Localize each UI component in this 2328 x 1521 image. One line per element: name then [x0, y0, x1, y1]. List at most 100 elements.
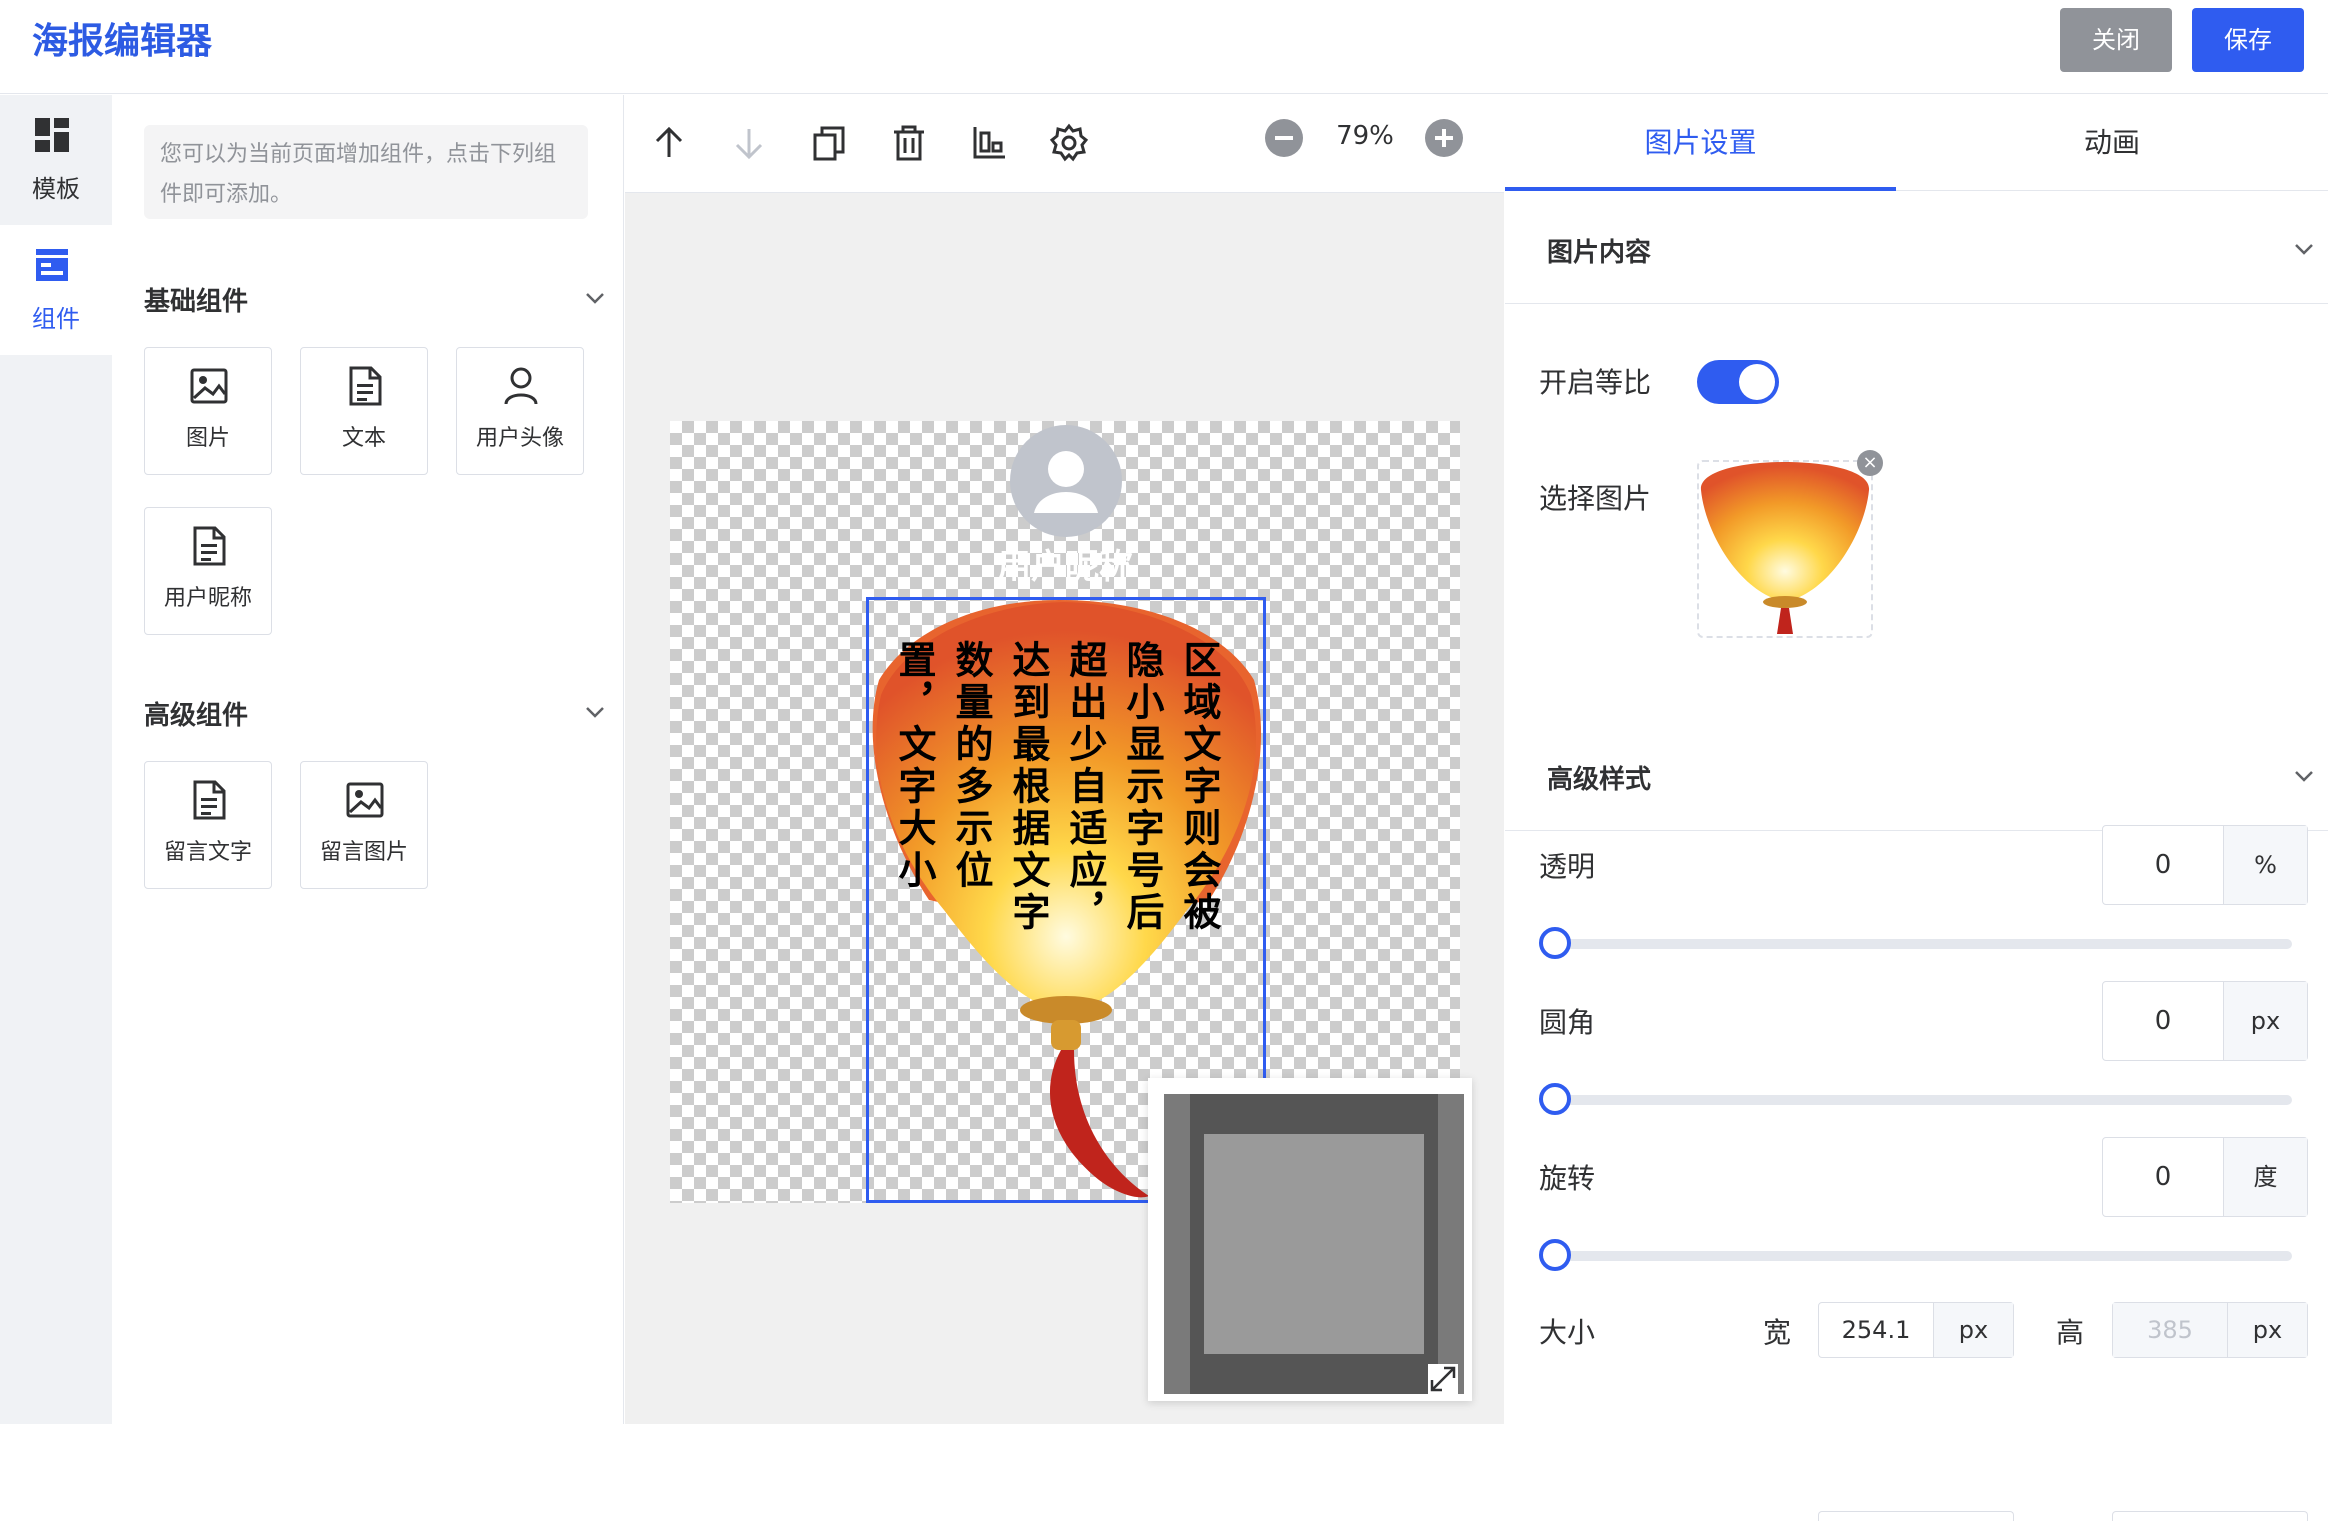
card-label: 文本: [341, 426, 386, 451]
rotate-input[interactable]: 0 度: [2102, 1137, 2308, 1217]
component-card-user-avatar[interactable]: 用户头像: [456, 347, 584, 475]
opacity-label: 透明: [1539, 850, 1596, 883]
component-card-image[interactable]: 图片: [144, 347, 272, 475]
lantern-text[interactable]: 区域文字则会被隐小显示字号后超出少自适应，达到最根据文字数量的多示位置，文字大小: [892, 640, 1227, 970]
next-input-row[interactable]: [1818, 1511, 2014, 1521]
height-value: 385: [2113, 1303, 2227, 1357]
chevron-down-icon[interactable]: [584, 287, 606, 309]
opacity-input[interactable]: 0 %: [2102, 825, 2308, 905]
radius-slider[interactable]: [1539, 1083, 2292, 1115]
editor-toolbar: 79%: [625, 95, 1504, 193]
image-icon: [346, 782, 384, 818]
opacity-slider[interactable]: [1539, 927, 2292, 959]
minimap-viewport: [1164, 1094, 1464, 1394]
chevron-down-icon: [2295, 244, 2313, 255]
plus-icon: [1435, 129, 1453, 147]
user-icon: [504, 367, 538, 405]
ratio-label: 开启等比: [1539, 366, 1652, 399]
document-icon: [193, 780, 226, 820]
minus-icon: [1275, 136, 1293, 140]
user-icon: [1034, 451, 1098, 513]
slider-handle[interactable]: [1539, 1239, 1571, 1271]
ratio-toggle[interactable]: [1697, 360, 1779, 404]
app-title: 海报编辑器: [32, 21, 213, 62]
left-nav: 模板 组件: [0, 95, 112, 1424]
panel-tip: 您可以为当前页面增加组件，点击下列组件即可添加。: [144, 125, 588, 219]
width-unit: px: [1933, 1303, 2013, 1357]
move-down-icon[interactable]: [729, 123, 769, 163]
card-label: 用户昵称: [163, 586, 252, 611]
size-label: 大小: [1539, 1316, 1596, 1349]
align-icon[interactable]: [969, 123, 1009, 163]
section-title: 图片内容: [1547, 238, 1652, 268]
remove-image-button[interactable]: ×: [1857, 450, 1883, 476]
slider-handle[interactable]: [1539, 1083, 1571, 1115]
component-panel: 您可以为当前页面增加组件，点击下列组件即可添加。 基础组件 图片 文本 用户头像…: [112, 95, 624, 1424]
nav-item-template[interactable]: 模板: [0, 95, 112, 225]
next-input-row[interactable]: [2112, 1511, 2308, 1521]
rotate-label: 旋转: [1539, 1162, 1596, 1195]
component-card-message-text[interactable]: 留言文字: [144, 761, 272, 889]
minimap-margin: [1438, 1094, 1464, 1394]
minimap[interactable]: [1148, 1078, 1472, 1401]
section-title: 高级样式: [1547, 765, 1652, 795]
rotate-slider[interactable]: [1539, 1239, 2292, 1271]
height-input: 385 px: [2112, 1302, 2308, 1358]
card-label: 留言图片: [319, 840, 408, 865]
chevron-down-icon[interactable]: [584, 701, 606, 723]
component-icon: [36, 249, 68, 281]
height-label: 高: [2056, 1316, 2085, 1349]
advanced-group-title: 高级组件: [144, 701, 249, 731]
card-label: 留言文字: [163, 840, 252, 865]
settings-panel: 图片设置 动画 图片内容 开启等比 选择图片 × 高级样式 透明 0 % 圆角 …: [1505, 95, 2328, 1521]
close-button[interactable]: 关闭: [2060, 8, 2172, 72]
expand-icon[interactable]: [1428, 1364, 1458, 1394]
rotate-value[interactable]: 0: [2103, 1138, 2223, 1216]
slider-handle[interactable]: [1539, 927, 1571, 959]
card-label: 用户头像: [475, 426, 564, 451]
section-advanced-style[interactable]: 高级样式: [1505, 719, 2328, 831]
poster-nickname[interactable]: 用户昵称: [960, 539, 1170, 588]
component-card-text[interactable]: 文本: [300, 347, 428, 475]
image-thumbnail[interactable]: [1697, 460, 1873, 638]
component-card-user-nickname[interactable]: 用户昵称: [144, 507, 272, 635]
radius-input[interactable]: 0 px: [2102, 981, 2308, 1061]
nav-item-label: 模板: [32, 175, 80, 203]
zoom-level: 79%: [1336, 121, 1394, 151]
rotate-unit: 度: [2223, 1138, 2307, 1216]
nav-item-component[interactable]: 组件: [0, 225, 112, 355]
choose-image-label: 选择图片: [1539, 482, 1652, 515]
section-image-content[interactable]: 图片内容: [1505, 192, 2328, 304]
template-icon: [35, 118, 69, 152]
document-icon: [193, 526, 226, 566]
document-icon: [349, 366, 382, 406]
move-up-icon[interactable]: [649, 123, 689, 163]
radius-value[interactable]: 0: [2103, 982, 2223, 1060]
tab-image-settings[interactable]: 图片设置: [1505, 95, 1896, 191]
tab-animation[interactable]: 动画: [1896, 95, 2328, 191]
minimap-margin: [1164, 1094, 1190, 1394]
app-header: 海报编辑器 关闭 保存: [0, 0, 2328, 94]
card-label: 图片: [185, 426, 230, 451]
width-label: 宽: [1763, 1316, 1792, 1349]
radius-label: 圆角: [1539, 1006, 1596, 1039]
lantern-thumbnail: [1700, 462, 1870, 634]
width-input[interactable]: 254.1 px: [1818, 1302, 2014, 1358]
component-card-message-image[interactable]: 留言图片: [300, 761, 428, 889]
delete-icon[interactable]: [889, 123, 929, 163]
nav-item-label: 组件: [32, 305, 80, 333]
opacity-unit: %: [2223, 826, 2307, 904]
height-unit: px: [2227, 1303, 2307, 1357]
settings-tabs: 图片设置 动画: [1505, 95, 2328, 191]
gear-icon[interactable]: [1049, 123, 1089, 163]
opacity-value[interactable]: 0: [2103, 826, 2223, 904]
copy-icon[interactable]: [809, 123, 849, 163]
save-button[interactable]: 保存: [2192, 8, 2304, 72]
minimap-content: [1204, 1134, 1424, 1354]
poster-avatar[interactable]: [1010, 425, 1122, 537]
zoom-in-button[interactable]: [1425, 119, 1463, 157]
image-icon: [190, 368, 228, 404]
basic-group-title: 基础组件: [144, 287, 249, 317]
zoom-out-button[interactable]: [1265, 119, 1303, 157]
width-value[interactable]: 254.1: [1819, 1303, 1933, 1357]
